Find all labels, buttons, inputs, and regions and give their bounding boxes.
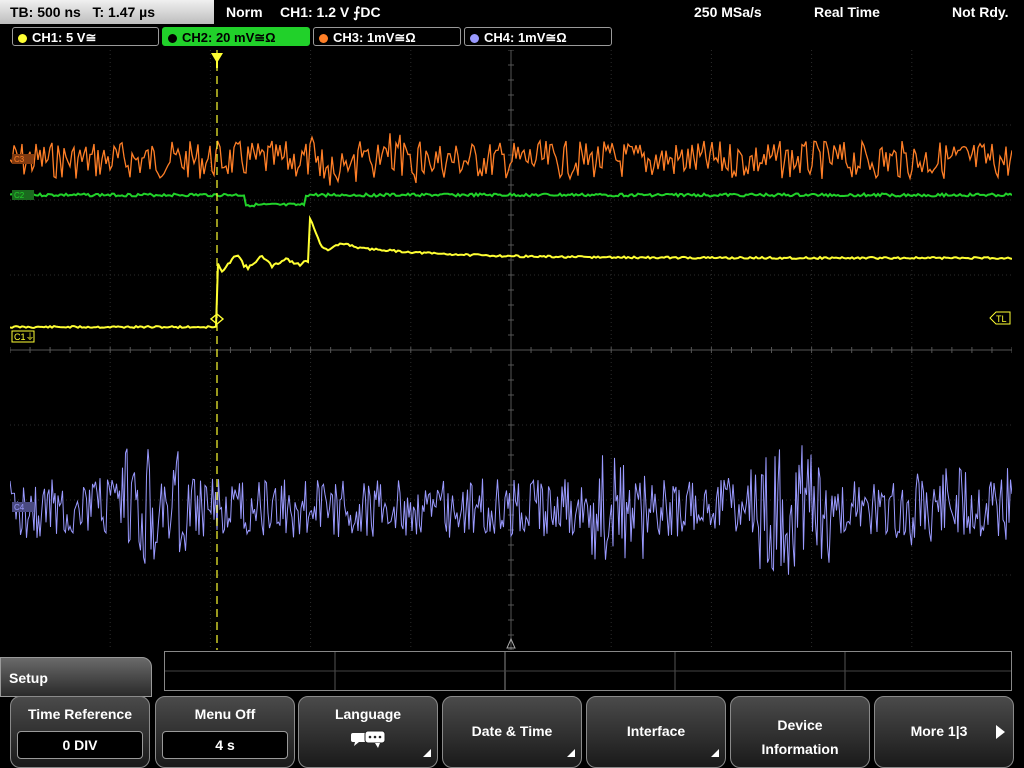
channel-3-dot-icon	[319, 34, 328, 43]
waveform-svg: C1⏚ TL C2 C3 C4	[10, 50, 1012, 650]
more-button[interactable]: More 1|3	[874, 696, 1014, 768]
menu-title-label: Setup	[9, 670, 48, 686]
overview-ticks	[165, 652, 1011, 690]
menu-off-label: Menu Off	[194, 706, 256, 722]
acquisition-mode: Real Time	[814, 4, 880, 20]
channel-2-tab[interactable]: CH2: 20 mV≅Ω	[162, 27, 310, 46]
channel-4-label: CH4: 1mV≅Ω	[484, 30, 567, 45]
ch3-marker-label: C3	[14, 155, 25, 164]
channel-2-label: CH2: 20 mV≅Ω	[182, 30, 276, 45]
time-reference-value: 0 DIV	[17, 731, 143, 759]
status-bar: TB: 500 ns T: 1.47 µs Norm CH1: 1.2 V ⨍D…	[0, 0, 1024, 25]
submenu-indicator-icon	[711, 749, 719, 757]
device-information-button[interactable]: Device Information	[730, 696, 870, 768]
acquisition-state: Not Rdy.	[952, 4, 1009, 20]
device-information-label: Device Information	[761, 717, 839, 757]
time-reference-label: Time Reference	[27, 706, 132, 722]
trigger-level-marker: TL	[989, 311, 1011, 325]
timebase-box[interactable]: TB: 500 ns T: 1.47 µs	[0, 0, 214, 24]
menu-off-button[interactable]: Menu Off 4 s	[155, 696, 295, 768]
ch1-marker: C1⏚	[11, 330, 35, 343]
ch3-marker: C3	[12, 154, 34, 164]
menu-off-value: 4 s	[162, 731, 288, 759]
ch2-marker: C2	[12, 190, 34, 200]
channel-1-dot-icon	[18, 34, 27, 43]
interface-label: Interface	[626, 723, 686, 739]
language-label: Language	[334, 706, 402, 722]
trigger-level-label: TL	[996, 314, 1007, 324]
more-label: More 1|3	[910, 723, 968, 739]
channel-3-label: CH3: 1mV≅Ω	[333, 30, 416, 45]
waveform-display[interactable]: C1⏚ TL C2 C3 C4	[10, 50, 1012, 650]
channel-4-dot-icon	[470, 34, 479, 43]
speech-bubbles-icon	[351, 730, 386, 748]
trigger-source[interactable]: CH1: 1.2 V ⨍DC	[280, 0, 381, 24]
submenu-indicator-icon	[567, 749, 575, 757]
trigger-time-value: T: 1.47 µs	[92, 4, 156, 20]
channel-4-tab[interactable]: CH4: 1mV≅Ω	[464, 27, 612, 46]
date-time-label: Date & Time	[471, 723, 553, 739]
trigger-mode[interactable]: Norm	[226, 0, 263, 24]
interface-button[interactable]: Interface	[586, 696, 726, 768]
sample-rate: 250 MSa/s	[694, 4, 762, 20]
next-page-arrow-icon	[996, 725, 1005, 739]
menu-title: Setup	[0, 657, 152, 697]
ch2-marker-label: C2	[14, 191, 25, 200]
channel-1-label: CH1: 5 V≅	[32, 30, 97, 45]
language-button[interactable]: Language	[298, 696, 438, 768]
ch4-marker: C4	[12, 502, 34, 512]
ch1-marker-label: C1⏚	[14, 332, 35, 342]
channel-2-dot-icon	[168, 34, 177, 43]
channel-3-tab[interactable]: CH3: 1mV≅Ω	[313, 27, 461, 46]
channel-1-tab[interactable]: CH1: 5 V≅	[12, 27, 159, 46]
ch4-marker-label: C4	[14, 503, 25, 512]
time-reference-button[interactable]: Time Reference 0 DIV	[10, 696, 150, 768]
timebase-value: TB: 500 ns	[10, 4, 81, 20]
overview-strip	[164, 651, 1012, 691]
submenu-indicator-icon	[423, 749, 431, 757]
channel-bar: CH1: 5 V≅ CH2: 20 mV≅Ω CH3: 1mV≅Ω CH4: 1…	[0, 26, 1024, 48]
date-time-button[interactable]: Date & Time	[442, 696, 582, 768]
